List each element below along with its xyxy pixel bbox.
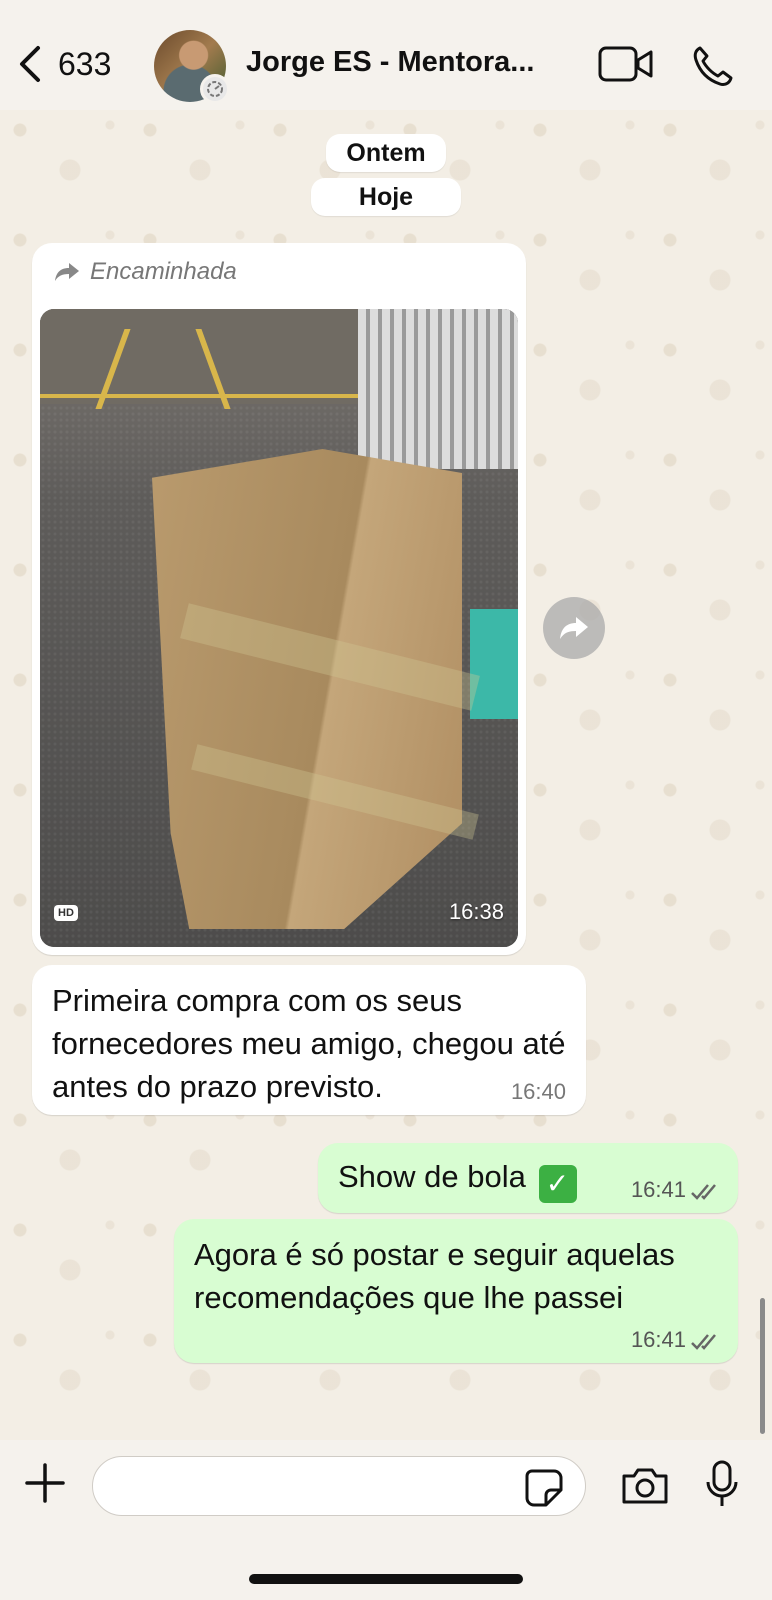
plus-icon: [25, 1463, 65, 1503]
unread-count: 633: [58, 45, 112, 82]
video-call-button[interactable]: [598, 44, 654, 89]
video-call-icon: [598, 46, 653, 82]
back-button[interactable]: 633: [16, 44, 111, 84]
contact-name[interactable]: Jorge ES - Mentora...: [246, 46, 534, 79]
date-separator-today: Hoje: [311, 178, 461, 216]
message-text: Show de bola ✓: [338, 1157, 577, 1203]
contact-avatar[interactable]: [154, 30, 230, 104]
outgoing-text-message[interactable]: Show de bola ✓ 16:41: [318, 1143, 738, 1213]
phone-call-icon: [693, 46, 733, 86]
microphone-icon: [706, 1460, 738, 1506]
status-ring-icon: [200, 74, 230, 104]
outgoing-text-message[interactable]: Agora é só postar e seguir aquelas recom…: [174, 1219, 738, 1363]
message-text-content: Show de bola: [338, 1159, 526, 1194]
camera-icon: [622, 1468, 668, 1504]
sticker-icon: [525, 1469, 563, 1507]
message-time: 16:41: [630, 1327, 686, 1352]
share-forward-button[interactable]: [543, 597, 605, 659]
hd-badge: HD: [54, 905, 78, 921]
incoming-text-message[interactable]: Primeira compra com os seus fornecedores…: [32, 965, 586, 1115]
voice-call-button[interactable]: [690, 44, 734, 93]
double-check-read-icon: [691, 1184, 716, 1200]
forward-arrow-icon: [55, 263, 79, 281]
sticker-button[interactable]: [524, 1468, 564, 1513]
chevron-left-icon: [20, 46, 40, 82]
double-check-read-icon: [691, 1334, 716, 1350]
attach-button[interactable]: [24, 1462, 66, 1509]
date-separator-yesterday: Ontem: [326, 134, 446, 172]
camera-button[interactable]: [620, 1466, 670, 1511]
message-input[interactable]: [92, 1456, 586, 1516]
chat-scrollbar[interactable]: [760, 1298, 765, 1434]
home-indicator[interactable]: [249, 1574, 523, 1584]
forwarded-text: Encaminhada: [90, 258, 237, 285]
message-time: 16:38: [448, 899, 504, 924]
microphone-button[interactable]: [704, 1460, 740, 1515]
forward-arrow-icon: [560, 617, 588, 639]
forwarded-image-message[interactable]: Encaminhada HD 16:38: [32, 243, 526, 955]
message-text: Primeira compra com os seus fornecedores…: [52, 983, 566, 1104]
message-time: 16:41: [630, 1177, 686, 1202]
package-photo[interactable]: HD 16:38: [40, 309, 518, 947]
message-time: 16:40: [510, 1079, 566, 1104]
message-text: Agora é só postar e seguir aquelas recom…: [194, 1237, 675, 1315]
chat-header: 633 Jorge ES - Mentora...: [0, 0, 772, 110]
forwarded-label: Encaminhada: [54, 258, 237, 286]
check-mark-emoji: ✓: [538, 1165, 577, 1203]
